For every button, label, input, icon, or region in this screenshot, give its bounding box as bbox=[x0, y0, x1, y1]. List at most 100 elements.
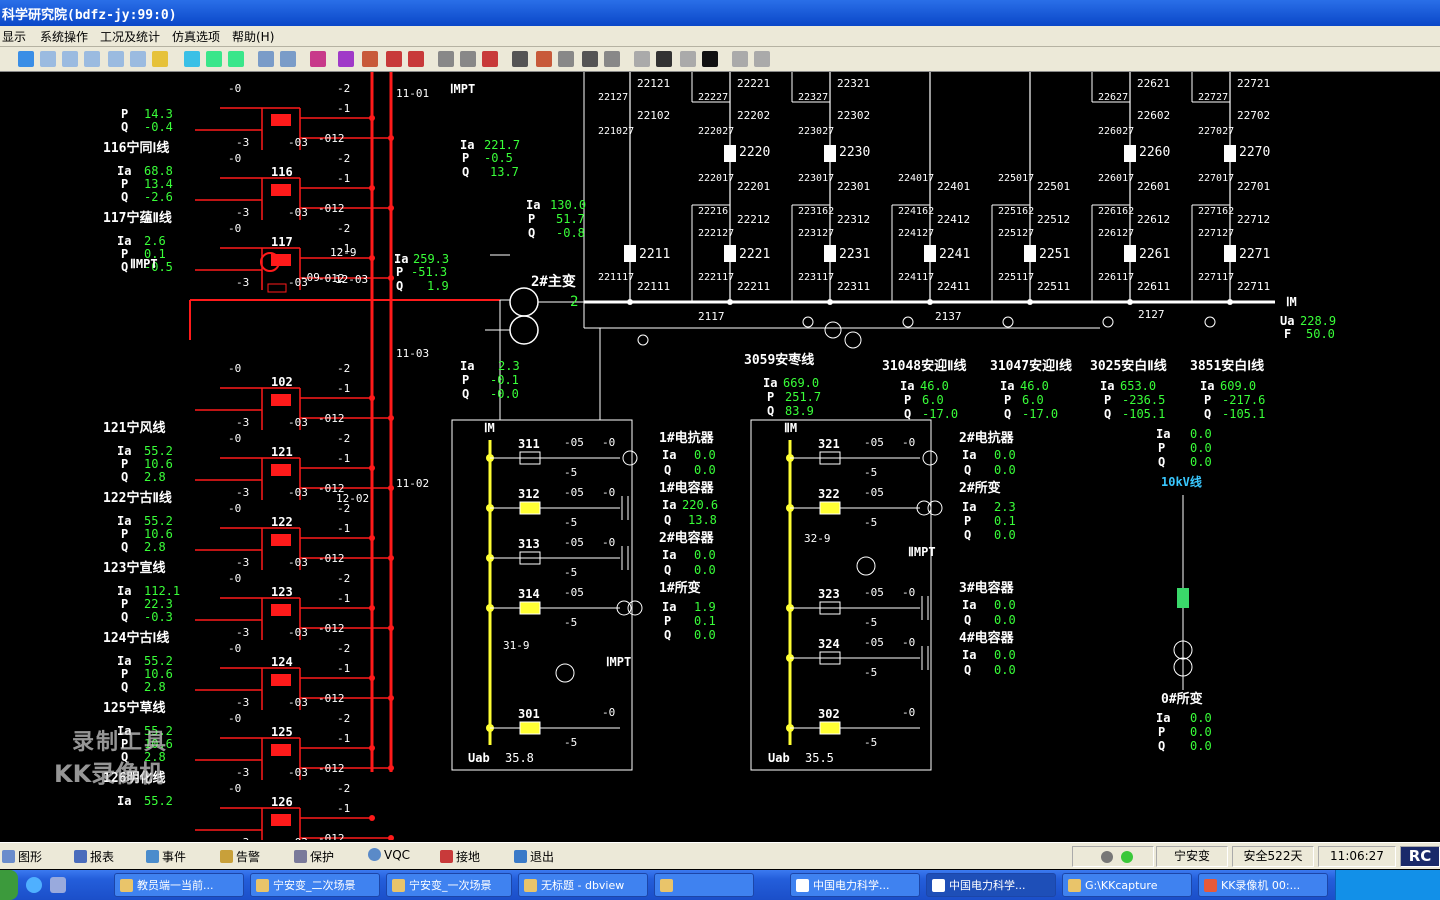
task-kkcapture[interactable]: G:\KKcapture bbox=[1062, 873, 1192, 897]
feeder-breaker[interactable] bbox=[271, 744, 291, 756]
tool-d-icon[interactable] bbox=[512, 51, 528, 67]
tab-vqc[interactable]: VQC bbox=[368, 848, 410, 862]
feeder-bay[interactable]: PQ 14.3-0.4 -0 -2 -1 -3 -03 -012 bbox=[121, 82, 394, 150]
tool-j-icon[interactable] bbox=[754, 51, 770, 67]
device-icon[interactable] bbox=[408, 51, 424, 67]
feeder-bay[interactable]: 123宁宣线 IaPQ 112.122.3-0.3 123 -0 -2 -1 -3 -03 -01… bbox=[103, 560, 394, 640]
lv-bay[interactable]: 313 -05 -0 -5 bbox=[486, 536, 629, 579]
bay-220[interactable]: 22621 22602 2260 22601 22612 2261 22611 22627 22… bbox=[1091, 72, 1170, 305]
task-dbview[interactable]: 无标题 - dbview bbox=[518, 873, 648, 897]
lv-bay[interactable]: 321 -05 -0 -5 bbox=[786, 436, 938, 479]
step-icon[interactable] bbox=[680, 51, 696, 67]
tool-a-icon[interactable] bbox=[438, 51, 454, 67]
lv-bay[interactable]: 314 -05 -5 bbox=[486, 586, 643, 629]
menu-system[interactable]: 系统操作 bbox=[40, 28, 88, 45]
task-secondary[interactable]: 宁安变_二次场景 bbox=[250, 873, 380, 897]
redo-icon[interactable] bbox=[280, 51, 296, 67]
zoom-out-icon[interactable] bbox=[62, 51, 78, 67]
lv-bay[interactable]: 302 -0 -5 bbox=[786, 706, 920, 749]
bay-breaker-lower[interactable] bbox=[824, 245, 836, 262]
zoom-in-icon[interactable] bbox=[40, 51, 56, 67]
cancel-icon[interactable] bbox=[310, 51, 326, 67]
bay-220[interactable]: 22401 22412 2241 22411 224017 224162 224127 224… bbox=[891, 72, 970, 305]
ie-icon[interactable] bbox=[26, 877, 42, 893]
bay-breaker-lower[interactable] bbox=[724, 245, 736, 262]
bay-breaker-upper[interactable] bbox=[1224, 145, 1236, 162]
refresh-icon[interactable] bbox=[18, 51, 34, 67]
feeder-breaker[interactable] bbox=[271, 604, 291, 616]
menu-stats[interactable]: 工况及统计 bbox=[100, 28, 160, 45]
zoom-ok-icon[interactable] bbox=[152, 51, 168, 67]
tool-i-icon[interactable] bbox=[732, 51, 748, 67]
bay-breaker[interactable] bbox=[924, 245, 936, 262]
calc-icon[interactable] bbox=[338, 51, 354, 67]
play-icon[interactable] bbox=[634, 51, 650, 67]
rotate-icon[interactable] bbox=[84, 51, 100, 67]
bay-220[interactable]: 22121 22102 2211 22111 22127 221027 221117 bbox=[598, 72, 670, 305]
feeder-breaker[interactable] bbox=[271, 674, 291, 686]
task-teacher[interactable]: 教员端一当前... bbox=[114, 873, 244, 897]
bay-breaker[interactable] bbox=[624, 245, 636, 262]
layer2-icon[interactable] bbox=[206, 51, 222, 67]
tool-e-icon[interactable] bbox=[536, 51, 552, 67]
tab-exit[interactable]: 退出 bbox=[514, 848, 554, 865]
lv-right-pt-icon[interactable] bbox=[856, 556, 876, 576]
task-epri-2[interactable]: 中国电力科学... bbox=[926, 873, 1056, 897]
stop-icon[interactable] bbox=[702, 51, 718, 67]
menu-sim[interactable]: 仿真选项 bbox=[172, 28, 220, 45]
tab-alarm[interactable]: 告警 bbox=[220, 848, 260, 865]
lv-bay[interactable]: 312 -05 -0 -5 bbox=[486, 486, 629, 529]
task-epri-1[interactable]: 中国电力科学... bbox=[790, 873, 920, 897]
bay-breaker-lower[interactable] bbox=[1224, 245, 1236, 262]
bay-breaker-upper[interactable] bbox=[724, 145, 736, 162]
tool-c-icon[interactable] bbox=[482, 51, 498, 67]
tool-g-icon[interactable] bbox=[582, 51, 598, 67]
feeder-bay[interactable]: 124宁古Ⅰ线 IaPQ 55.210.62.8 124 -0 -2 -1 -3 -03 -012 bbox=[103, 630, 394, 710]
feeder-breaker[interactable] bbox=[271, 814, 291, 826]
tab-ground[interactable]: 接地 bbox=[440, 848, 480, 865]
feeder-bay[interactable]: 102 -0 -2 -1 -3 -03 -012 bbox=[195, 362, 394, 430]
tool-f-icon[interactable] bbox=[558, 51, 574, 67]
lv-breaker[interactable] bbox=[519, 601, 541, 615]
lv-bay[interactable]: 324 -05 -0 -5 bbox=[786, 636, 929, 679]
alarm-icon[interactable] bbox=[386, 51, 402, 67]
feeder-breaker[interactable] bbox=[271, 534, 291, 546]
start-button[interactable] bbox=[0, 870, 18, 900]
bay-220[interactable]: 22721 22702 2270 22701 22712 2271 22711 22727 22… bbox=[1191, 72, 1270, 305]
tool-b-icon[interactable] bbox=[460, 51, 476, 67]
desktop-icon[interactable] bbox=[50, 877, 66, 893]
layer1-icon[interactable] bbox=[184, 51, 200, 67]
layer3-icon[interactable] bbox=[228, 51, 244, 67]
lv-breaker[interactable] bbox=[519, 721, 541, 735]
bay-220[interactable]: 22501 22512 2251 22511 225017 225162 225127 225… bbox=[991, 72, 1070, 305]
task-blank[interactable] bbox=[654, 873, 754, 897]
tab-graphics[interactable]: 图形 bbox=[2, 848, 42, 865]
feeder-breaker[interactable] bbox=[271, 394, 291, 406]
lv-breaker[interactable] bbox=[819, 501, 841, 515]
feeder-bay[interactable]: 121宁风线IaPQ55.210.62.8121-0 -2-1-3 -03 -012 bbox=[103, 420, 394, 500]
bay-220[interactable]: 22221 22202 2220 22201 22212 2221 22211 22227 22… bbox=[691, 72, 770, 305]
pause-icon[interactable] bbox=[656, 51, 672, 67]
bay-breaker-lower[interactable] bbox=[1124, 245, 1136, 262]
task-kk-recorder[interactable]: KK录像机 00:... bbox=[1198, 873, 1328, 897]
lv-bay[interactable]: 323 -05 -0 -5 bbox=[786, 586, 929, 629]
lv-breaker[interactable] bbox=[519, 501, 541, 515]
tab-protection[interactable]: 保护 bbox=[294, 848, 334, 865]
lv-breaker[interactable] bbox=[819, 721, 841, 735]
feeder-breaker[interactable] bbox=[271, 464, 291, 476]
tool-h-icon[interactable] bbox=[604, 51, 620, 67]
bay-breaker-upper[interactable] bbox=[824, 145, 836, 162]
lv-bay[interactable]: 311 -05 -0 -5 bbox=[486, 436, 638, 479]
feeder-breaker[interactable] bbox=[271, 254, 291, 266]
task-primary[interactable]: 宁安变_一次场景 bbox=[386, 873, 512, 897]
diagram-canvas[interactable]: P Q 14.3 -0.4 -0 -2 -1 -3 -03 -012 116宁同Ⅰ线 Ia P Q 68.8… bbox=[0, 72, 1440, 840]
zoom-window-icon[interactable] bbox=[108, 51, 124, 67]
bay-220[interactable]: 22321 22302 2230 22301 22312 2231 22311 22327 22… bbox=[791, 72, 870, 305]
undo-icon[interactable] bbox=[258, 51, 274, 67]
feeder-breaker[interactable] bbox=[271, 114, 291, 126]
tab-event[interactable]: 事件 bbox=[146, 848, 186, 865]
kv10-breaker[interactable] bbox=[1177, 588, 1189, 608]
lv-bay[interactable]: 301 -0 -5 bbox=[486, 706, 620, 749]
bay-breaker[interactable] bbox=[1024, 245, 1036, 262]
zoom-fit-icon[interactable] bbox=[130, 51, 146, 67]
